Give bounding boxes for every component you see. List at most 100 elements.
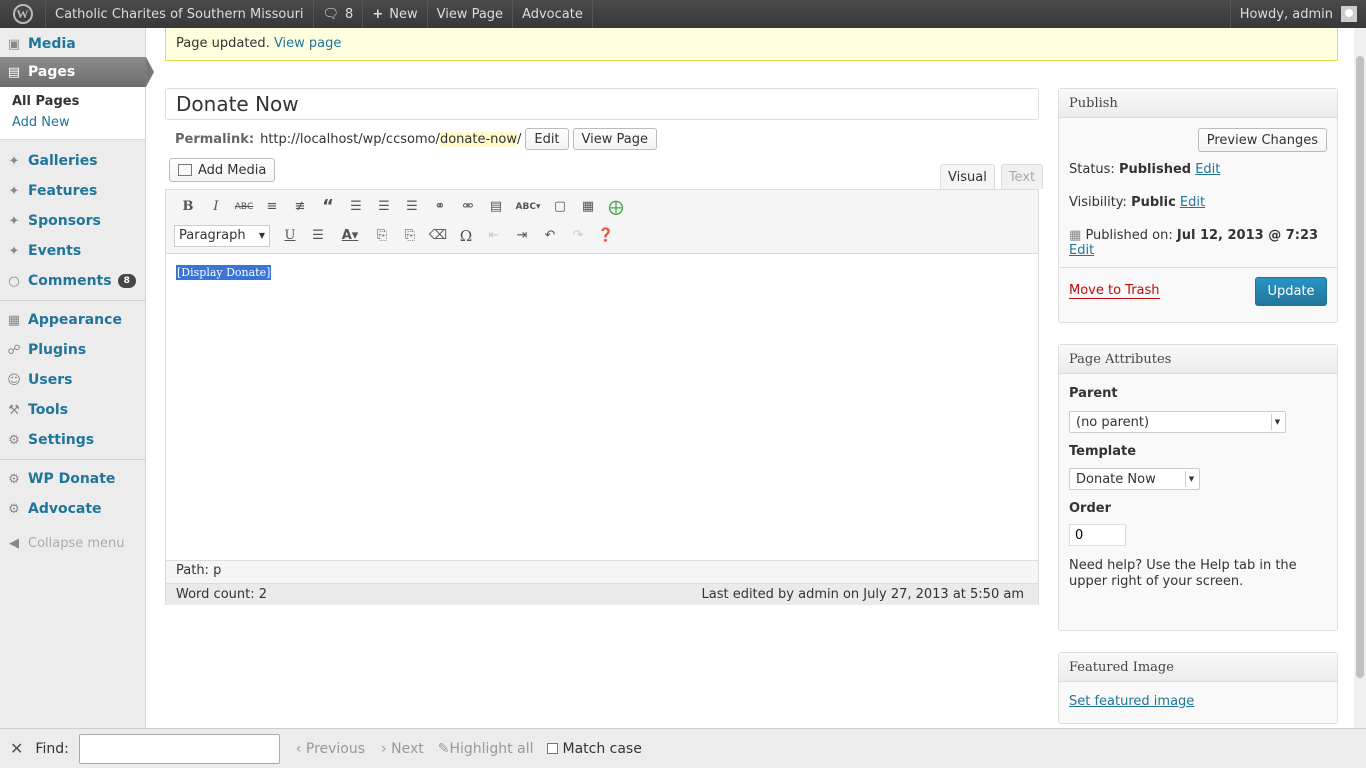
menu-features[interactable]: ✦ Features xyxy=(0,176,145,206)
add-media-button[interactable]: Add Media xyxy=(169,158,276,182)
menu-plugins[interactable]: ☍ Plugins xyxy=(0,335,145,365)
view-page-button[interactable]: View Page xyxy=(572,128,658,150)
link-icon[interactable]: ⚭ xyxy=(426,196,454,218)
permalink-slug[interactable]: donate-now xyxy=(439,131,517,147)
preview-changes-button[interactable]: Preview Changes xyxy=(1197,128,1327,152)
tab-visual[interactable]: Visual xyxy=(940,164,995,189)
set-featured-image-link[interactable]: Set featured image xyxy=(1069,694,1194,709)
page-attributes-heading[interactable]: Page Attributes xyxy=(1059,345,1337,374)
calendar-icon: ▦ xyxy=(1069,228,1082,243)
template-select[interactable]: Donate Now ▼ xyxy=(1069,468,1200,490)
find-previous-button[interactable]: ‹ Previous xyxy=(296,741,365,757)
wp-logo-menu[interactable]: W xyxy=(0,0,46,28)
update-button[interactable]: Update xyxy=(1255,276,1327,306)
editor-content-area[interactable]: [Display Donate] xyxy=(166,253,1038,561)
text-color-icon[interactable]: A▾ xyxy=(332,225,368,247)
menu-tools[interactable]: ⚒ Tools xyxy=(0,395,145,425)
outdent-icon[interactable]: ⇤ xyxy=(480,225,508,247)
underline-icon[interactable]: U xyxy=(276,225,304,247)
blockquote-icon[interactable]: “ xyxy=(314,196,342,218)
permalink-label: Permalink: xyxy=(175,131,255,147)
undo-icon[interactable]: ↶ xyxy=(536,225,564,247)
collapse-icon: ◀ xyxy=(9,535,19,551)
parent-label: Parent xyxy=(1069,386,1118,401)
comment-icon: ○ xyxy=(8,273,20,289)
align-center-icon[interactable]: ☰ xyxy=(370,196,398,218)
featured-image-heading[interactable]: Featured Image xyxy=(1059,653,1337,682)
find-input[interactable] xyxy=(78,733,280,764)
menu-comments[interactable]: ○ Comments 8 xyxy=(0,266,145,296)
spellcheck-icon[interactable]: ABC▾ xyxy=(510,196,546,218)
align-right-icon[interactable]: ☰ xyxy=(398,196,426,218)
numbered-list-icon[interactable]: ≢ xyxy=(286,196,314,218)
view-page-link[interactable]: View Page xyxy=(428,0,514,28)
justify-icon[interactable]: ☰ xyxy=(304,225,332,247)
menu-advocate[interactable]: ⚙ Advocate xyxy=(0,494,145,524)
clear-formatting-icon[interactable]: ⌫ xyxy=(424,225,452,247)
highlight-all-button[interactable]: ✎Highlight all xyxy=(438,741,534,757)
pin-icon: ✦ xyxy=(8,243,20,259)
published-edit-link[interactable]: Edit xyxy=(1069,243,1094,258)
indent-icon[interactable]: ⇥ xyxy=(508,225,536,247)
page-scrollbar[interactable] xyxy=(1354,28,1366,728)
find-next-button[interactable]: › Next xyxy=(381,741,424,757)
unlink-icon[interactable]: ⚮ xyxy=(454,196,482,218)
advocate-link[interactable]: Advocate xyxy=(513,0,593,28)
menu-features-label: Features xyxy=(28,183,98,199)
format-select[interactable]: Paragraph ▼ xyxy=(174,224,270,247)
published-label: Published on: xyxy=(1085,228,1173,243)
redo-icon[interactable]: ↷ xyxy=(564,225,592,247)
menu-settings[interactable]: ⚙ Settings xyxy=(0,425,145,455)
highlighter-icon: ✎ xyxy=(437,740,450,757)
italic-icon[interactable]: I xyxy=(202,196,230,218)
menu-galleries[interactable]: ✦ Galleries xyxy=(0,146,145,176)
bullet-list-icon[interactable]: ≡ xyxy=(258,196,286,218)
paste-text-icon[interactable]: ⎘ xyxy=(368,225,396,247)
bold-icon[interactable]: B xyxy=(174,196,202,218)
parent-select[interactable]: (no parent) ▼ xyxy=(1069,411,1286,433)
match-case-toggle[interactable]: Match case xyxy=(547,740,642,757)
match-case-checkbox[interactable] xyxy=(547,743,559,754)
notice-view-page-link[interactable]: View page xyxy=(274,36,341,51)
notice-text: Page updated. xyxy=(176,36,270,51)
publish-heading[interactable]: Publish xyxy=(1059,89,1337,118)
help-icon[interactable]: ❓ xyxy=(592,225,620,247)
chevron-down-icon: ▼ xyxy=(1271,414,1283,430)
visibility-edit-link[interactable]: Edit xyxy=(1180,195,1205,210)
comments-link[interactable]: 🗨 8 xyxy=(314,0,364,28)
scrollbar-thumb[interactable] xyxy=(1356,56,1364,678)
collapse-menu-button[interactable]: ◀ Collapse menu xyxy=(0,528,145,558)
account-menu[interactable]: Howdy, admin xyxy=(1229,0,1366,28)
plus-icon: + xyxy=(372,6,384,22)
align-left-icon[interactable]: ☰ xyxy=(342,196,370,218)
match-case-label: Match case xyxy=(562,740,642,757)
menu-users[interactable]: ☺ Users xyxy=(0,365,145,395)
menu-events[interactable]: ✦ Events xyxy=(0,236,145,266)
submenu-all-pages[interactable]: All Pages xyxy=(0,91,145,112)
menu-pages[interactable]: ▤ Pages xyxy=(0,57,154,87)
paste-word-icon[interactable]: ⎘ xyxy=(396,225,424,247)
editor-path: Path: p xyxy=(176,563,222,578)
menu-appearance[interactable]: ▦ Appearance xyxy=(0,305,145,335)
status-edit-link[interactable]: Edit xyxy=(1195,162,1220,177)
strikethrough-icon[interactable]: ABC xyxy=(230,196,258,218)
fullscreen-icon[interactable]: ▢ xyxy=(546,196,574,218)
close-icon[interactable]: ✕ xyxy=(10,739,23,758)
more-tag-icon[interactable]: ▤ xyxy=(482,196,510,218)
move-to-trash-link[interactable]: Move to Trash xyxy=(1069,283,1160,299)
menu-users-label: Users xyxy=(28,372,73,388)
avatar xyxy=(1341,6,1357,22)
special-character-icon[interactable]: Ω xyxy=(452,225,480,247)
add-plugin-icon[interactable]: ⨁ xyxy=(602,196,630,218)
title-input[interactable] xyxy=(165,88,1039,120)
permalink-edit-button[interactable]: Edit xyxy=(525,128,569,150)
tab-text[interactable]: Text xyxy=(1000,164,1044,189)
menu-sponsors[interactable]: ✦ Sponsors xyxy=(0,206,145,236)
menu-media[interactable]: ▣ Media xyxy=(0,31,145,57)
submenu-add-new[interactable]: Add New xyxy=(0,112,145,133)
order-input[interactable] xyxy=(1069,524,1126,546)
kitchen-sink-icon[interactable]: ▦ xyxy=(574,196,602,218)
new-content-link[interactable]: + New xyxy=(363,0,428,28)
menu-wp-donate[interactable]: ⚙ WP Donate xyxy=(0,464,145,494)
site-name-link[interactable]: Catholic Charites of Southern Missouri xyxy=(46,0,314,28)
